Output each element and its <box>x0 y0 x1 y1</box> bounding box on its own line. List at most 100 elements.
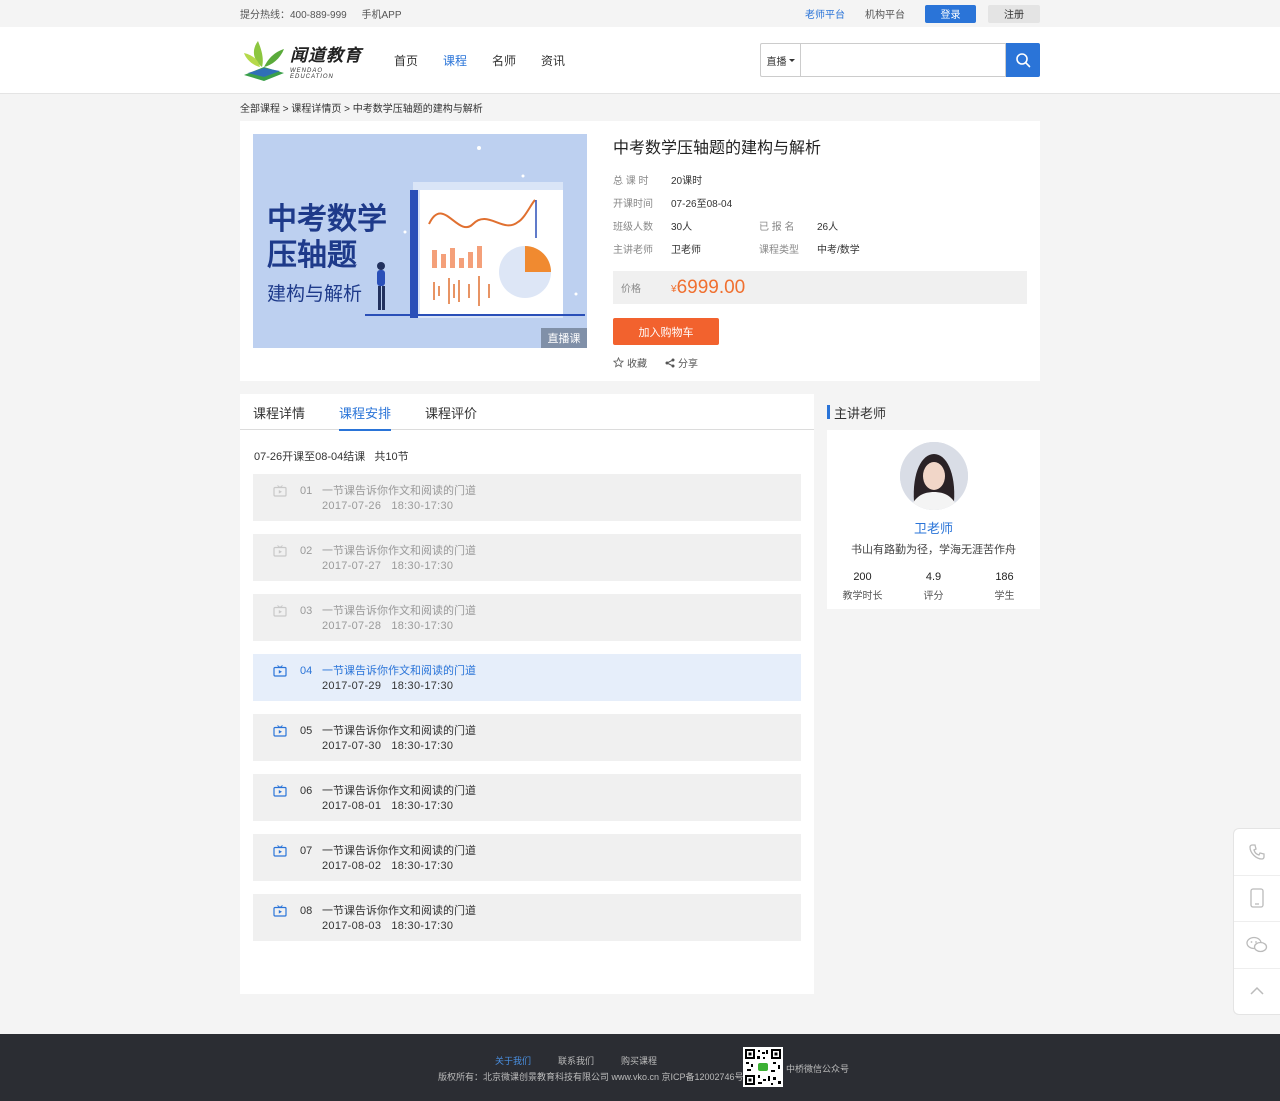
nav-teachers[interactable]: 名师 <box>492 52 516 69</box>
price-box: 价格 ¥ 6999.00 <box>613 271 1027 304</box>
tab-course-reviews[interactable]: 课程评价 <box>425 394 477 430</box>
rating-label: 评分 <box>923 591 944 602</box>
course-panel: 中考数学 压轴题 建构与解析 直播课 中考数学压轴题的建构与解析 总 课 时 2… <box>240 121 1040 381</box>
course-tabs: 课程详情 课程安排 课程评价 <box>240 394 814 431</box>
lesson-time: 2017-07-30 18:30-17:30 <box>322 740 454 752</box>
teaching-hours-label: 教学时长 <box>842 591 883 602</box>
site-header: 闻道教育 WENDAO EDUCATION 首页 课程 名师 资讯 直播 <box>0 27 1280 94</box>
lesson-time: 2017-07-26 18:30-17:30 <box>322 500 454 512</box>
lesson-item[interactable]: 02 一节课告诉你作文和阅读的门道 2017-07-27 18:30-17:30 <box>253 534 801 581</box>
footer-link-contact[interactable]: 联系我们 <box>558 1054 594 1067</box>
lesson-item[interactable]: 08 一节课告诉你作文和阅读的门道 2017-08-03 18:30-17:30 <box>253 894 801 941</box>
mobile-app-link[interactable]: 手机APP <box>362 10 402 21</box>
top-bar: 提分热线：400-889-999 手机APP 老师平台 机构平台 登录 注册 <box>0 0 1280 27</box>
lesson-title: 一节课告诉你作文和阅读的门道 <box>322 545 476 557</box>
cover-subtitle: 建构与解析 <box>267 284 363 305</box>
tv-play-icon <box>273 725 287 737</box>
teacher-motto: 书山有路勤为径，学海无涯苦作舟 <box>851 544 1016 556</box>
back-to-top-button[interactable] <box>1234 969 1280 1015</box>
cover-title-line-2: 压轴题 <box>267 239 357 272</box>
favorite-label: 收藏 <box>627 359 647 370</box>
footer-link-buy[interactable]: 购买课程 <box>621 1054 657 1067</box>
search-input[interactable] <box>800 43 1006 77</box>
teacher-stats: 200 教学时长 4.9 评分 186 学生 <box>827 571 1040 602</box>
nav-home[interactable]: 首页 <box>394 52 418 69</box>
lesson-item[interactable]: 06 一节课告诉你作文和阅读的门道 2017-08-01 18:30-17:30 <box>253 774 801 821</box>
lesson-item[interactable]: 01 一节课告诉你作文和阅读的门道 2017-07-26 18:30-17:30 <box>253 474 801 521</box>
teacher-avatar[interactable] <box>899 442 968 510</box>
qr-label: 中桥微信公众号 <box>786 1064 850 1074</box>
lesson-title: 一节课告诉你作文和阅读的门道 <box>322 785 476 797</box>
lesson-title: 一节课告诉你作文和阅读的门道 <box>322 665 476 677</box>
teaching-hours-value: 200 <box>853 571 872 583</box>
cover-title-line-1: 中考数学 <box>267 203 387 236</box>
lesson-time: 2017-07-28 18:30-17:30 <box>322 620 454 632</box>
course-cover-image: 中考数学 压轴题 建构与解析 直播课 <box>253 134 587 348</box>
lesson-number: 08 <box>300 905 313 917</box>
share-label: 分享 <box>678 359 698 370</box>
course-info: 中考数学压轴题的建构与解析 总 课 时 20课时 开课时间 07-26至08-0… <box>613 134 1027 370</box>
breadcrumb[interactable]: 全部课程 > 课程详情页 > 中考数学压轴题的建构与解析 <box>240 94 1040 121</box>
start-time-label: 开课时间 <box>613 199 653 210</box>
hotline-text: 提分热线：400-889-999 <box>240 10 347 21</box>
search-type-select[interactable]: 直播 <box>760 43 800 77</box>
nav-news[interactable]: 资讯 <box>541 52 565 69</box>
teacher-sidebar: 主讲老师 卫老师 书山有路勤为径，学海无涯苦作舟 200 教学时长 4.9 评分… <box>827 394 1040 994</box>
lesson-title: 一节课告诉你作文和阅读的门道 <box>322 725 476 737</box>
schedule-summary: 07-26开课至08-04结课 共10节 <box>254 451 409 463</box>
teacher-platform-link[interactable]: 老师平台 <box>805 6 845 21</box>
org-platform-link[interactable]: 机构平台 <box>865 6 905 21</box>
start-time-value: 07-26至08-04 <box>671 199 733 210</box>
favorite-button[interactable]: 收藏 <box>613 355 647 370</box>
lesson-item[interactable]: 04 一节课告诉你作文和阅读的门道 2017-07-29 18:30-17:30 <box>253 654 801 701</box>
lesson-time: 2017-08-02 18:30-17:30 <box>322 860 454 872</box>
students-value: 186 <box>995 571 1014 583</box>
lesson-number: 03 <box>300 605 313 617</box>
wechat-icon <box>1246 936 1268 952</box>
teacher-value: 卫老师 <box>671 245 701 256</box>
lesson-item[interactable]: 05 一节课告诉你作文和阅读的门道 2017-07-30 18:30-17:30 <box>253 714 801 761</box>
class-size-value: 30人 <box>671 222 693 233</box>
lesson-title: 一节课告诉你作文和阅读的门道 <box>322 905 476 917</box>
lesson-title: 一节课告诉你作文和阅读的门道 <box>322 485 476 497</box>
lesson-time: 2017-07-29 18:30-17:30 <box>322 680 454 692</box>
lesson-item[interactable]: 03 一节课告诉你作文和阅读的门道 2017-07-28 18:30-17:30 <box>253 594 801 641</box>
lesson-number: 02 <box>300 545 313 557</box>
students-label: 学生 <box>994 591 1015 602</box>
share-button[interactable]: 分享 <box>665 355 698 370</box>
phone-icon <box>1249 844 1265 860</box>
footer-link-about[interactable]: 关于我们 <box>495 1054 531 1067</box>
add-to-cart-button[interactable]: 加入购物车 <box>613 318 719 345</box>
lesson-item[interactable]: 07 一节课告诉你作文和阅读的门道 2017-08-02 18:30-17:30 <box>253 834 801 881</box>
chevron-down-icon <box>788 58 795 62</box>
tv-play-icon <box>273 485 287 497</box>
teacher-name[interactable]: 卫老师 <box>914 518 953 537</box>
tab-course-details[interactable]: 课程详情 <box>253 394 305 430</box>
price-label: 价格 <box>621 284 641 295</box>
footer-copyright: 版权所有：北京微课创景教育科技有限公司 www.vko.cn 京ICP备1200… <box>438 1072 744 1082</box>
search-button[interactable] <box>1006 43 1040 77</box>
tab-course-schedule[interactable]: 课程安排 <box>339 394 392 431</box>
price-value: 6999.00 <box>676 276 746 298</box>
teacher-heading: 主讲老师 <box>834 405 887 421</box>
hours-value: 20课时 <box>671 176 703 187</box>
mobile-button[interactable] <box>1234 876 1280 922</box>
course-content-panel: 课程详情 课程安排 课程评价 07-26开课至08-04结课 共10节 01 一节… <box>240 394 814 994</box>
register-button[interactable]: 注册 <box>988 4 1040 23</box>
nav-courses[interactable]: 课程 <box>443 52 467 69</box>
lesson-number: 06 <box>300 785 313 797</box>
login-button[interactable]: 登录 <box>925 4 976 23</box>
enrolled-label: 已 报 名 <box>759 222 795 233</box>
wechat-button[interactable] <box>1234 922 1280 969</box>
search-icon <box>1016 53 1031 68</box>
phone-button[interactable] <box>1234 829 1280 876</box>
class-size-label: 班级人数 <box>613 222 653 233</box>
lesson-number: 07 <box>300 845 313 857</box>
course-type-value: 中考/数学 <box>817 245 860 256</box>
mobile-icon <box>1250 888 1264 908</box>
search-bar: 直播 <box>760 43 1040 77</box>
site-footer: 关于我们 联系我们 购买课程 版权所有：北京微课创景教育科技有限公司 www.v… <box>0 1034 1280 1101</box>
site-logo[interactable]: 闻道教育 WENDAO EDUCATION <box>240 37 362 83</box>
lesson-list: 01 一节课告诉你作文和阅读的门道 2017-07-26 18:30-17:30 02… <box>240 474 814 941</box>
course-meta: 总 课 时 20课时 开课时间 07-26至08-04 班级人数 30人 已 报… <box>613 168 1027 260</box>
